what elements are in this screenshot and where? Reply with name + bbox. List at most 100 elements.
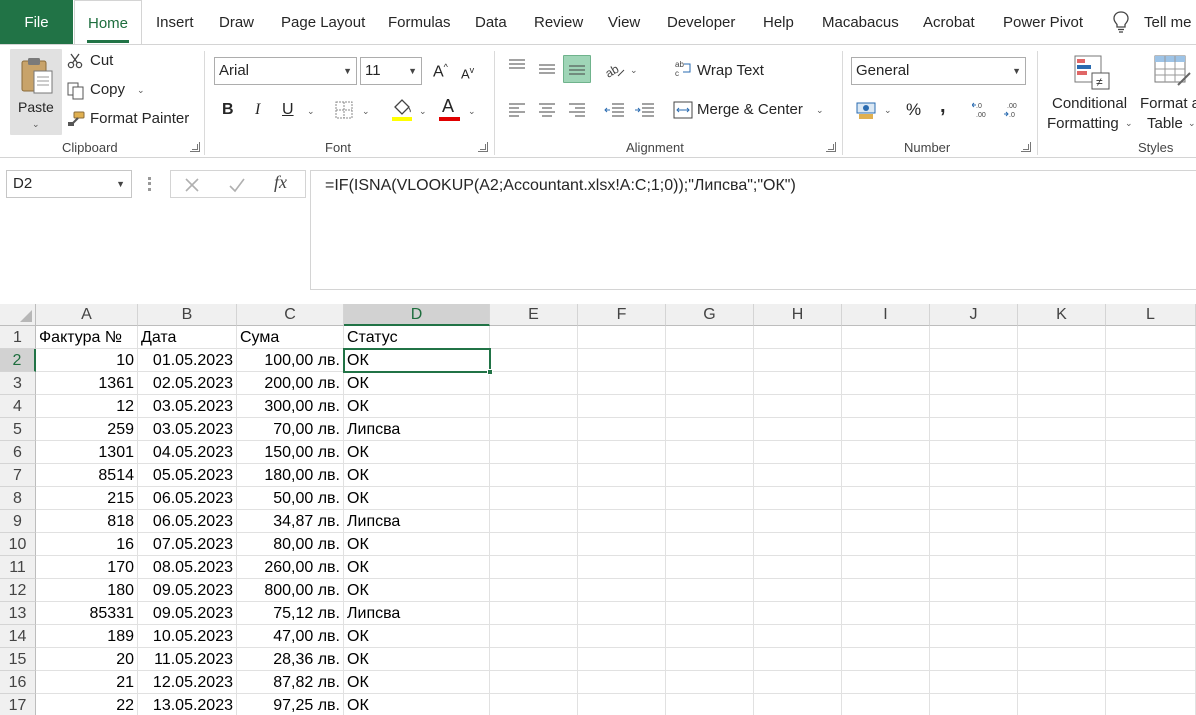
format-as-table-button[interactable]: Format as [1140, 95, 1196, 112]
cell-b[interactable]: 09.05.2023 [138, 602, 237, 625]
cell-f[interactable] [578, 326, 666, 349]
cell-d[interactable]: ОК [344, 556, 490, 579]
cell-i[interactable] [842, 671, 930, 694]
cell-k[interactable] [1018, 625, 1106, 648]
cell-d[interactable]: Липсва [344, 510, 490, 533]
cell-c[interactable]: 87,82 лв. [237, 671, 344, 694]
cell-a[interactable]: 85331 [36, 602, 138, 625]
cell-a[interactable]: 1301 [36, 441, 138, 464]
enter-check-icon[interactable] [228, 177, 246, 193]
cell-j[interactable] [930, 625, 1018, 648]
row-header[interactable]: 3 [0, 372, 36, 395]
conditional-formatting-button[interactable]: Conditional [1052, 95, 1127, 112]
cell-h[interactable] [754, 579, 842, 602]
cell-l[interactable] [1106, 694, 1196, 715]
cell-g[interactable] [666, 326, 754, 349]
row-header[interactable]: 5 [0, 418, 36, 441]
cell-d[interactable]: ОК [344, 464, 490, 487]
cell-d[interactable]: ОК [344, 441, 490, 464]
font-color-dropdown-icon[interactable]: ⌄ [468, 106, 476, 117]
cell-l[interactable] [1106, 579, 1196, 602]
paste-button[interactable]: Paste ⌄ [10, 49, 62, 135]
cell-k[interactable] [1018, 418, 1106, 441]
cell-l[interactable] [1106, 533, 1196, 556]
cell-e[interactable] [490, 671, 578, 694]
cell-f[interactable] [578, 579, 666, 602]
cell-a[interactable]: 170 [36, 556, 138, 579]
tab-power-pivot[interactable]: Power Pivot [1003, 0, 1083, 44]
cell-d[interactable]: Статус [344, 326, 490, 349]
cell-e[interactable] [490, 487, 578, 510]
cell-e[interactable] [490, 579, 578, 602]
cell-a[interactable]: 180 [36, 579, 138, 602]
row-header[interactable]: 4 [0, 395, 36, 418]
conditional-formatting-dropdown-icon[interactable]: ⌄ [1125, 118, 1133, 129]
increase-indent-icon[interactable] [634, 102, 656, 118]
column-header-e[interactable]: E [490, 304, 578, 326]
cell-k[interactable] [1018, 556, 1106, 579]
conditional-formatting-button-line2[interactable]: Formatting [1047, 115, 1119, 132]
spreadsheet-grid[interactable]: A B C D E F G H I J K L 1 Фактура № Дата Сума Статус 2 10 0… [0, 304, 1196, 715]
cell-l[interactable] [1106, 510, 1196, 533]
align-left-icon[interactable] [507, 102, 527, 118]
shrink-font-button[interactable]: Av [461, 65, 474, 81]
copy-dropdown-icon[interactable]: ⌄ [137, 85, 145, 96]
cell-k[interactable] [1018, 395, 1106, 418]
cell-j[interactable] [930, 579, 1018, 602]
cell-j[interactable] [930, 349, 1018, 372]
cell-h[interactable] [754, 441, 842, 464]
cell-d[interactable]: ОК [344, 533, 490, 556]
fill-color-dropdown-icon[interactable]: ⌄ [419, 106, 427, 117]
row-header[interactable]: 6 [0, 441, 36, 464]
cell-i[interactable] [842, 464, 930, 487]
row-header[interactable]: 8 [0, 487, 36, 510]
cell-k[interactable] [1018, 602, 1106, 625]
cell-d[interactable]: ОК [344, 395, 490, 418]
cell-h[interactable] [754, 487, 842, 510]
cell-l[interactable] [1106, 349, 1196, 372]
cell-a[interactable]: 189 [36, 625, 138, 648]
cell-b[interactable]: 08.05.2023 [138, 556, 237, 579]
percent-style-button[interactable]: % [906, 100, 921, 120]
format-painter-button[interactable]: Format Painter [90, 110, 189, 127]
cell-b[interactable]: Дата [138, 326, 237, 349]
cell-k[interactable] [1018, 694, 1106, 715]
cell-h[interactable] [754, 464, 842, 487]
cell-f[interactable] [578, 395, 666, 418]
cell-c[interactable]: Сума [237, 326, 344, 349]
formula-input[interactable]: =IF(ISNA(VLOOKUP(A2;Accountant.xlsx!A:C;… [310, 170, 1196, 290]
cell-d[interactable]: Липсва [344, 602, 490, 625]
cell-c[interactable]: 75,12 лв. [237, 602, 344, 625]
cell-j[interactable] [930, 671, 1018, 694]
decrease-decimal-icon[interactable]: .00 .0 [1003, 100, 1023, 120]
cell-j[interactable] [930, 441, 1018, 464]
cell-c[interactable]: 80,00 лв. [237, 533, 344, 556]
cell-e[interactable] [490, 349, 578, 372]
cell-i[interactable] [842, 533, 930, 556]
cell-d[interactable]: ОК [344, 372, 490, 395]
font-name-combo[interactable]: Arial ▼ [214, 57, 357, 85]
cell-l[interactable] [1106, 372, 1196, 395]
row-header[interactable]: 12 [0, 579, 36, 602]
copy-button[interactable]: Copy [90, 81, 125, 98]
cell-c[interactable]: 180,00 лв. [237, 464, 344, 487]
cell-l[interactable] [1106, 418, 1196, 441]
cell-k[interactable] [1018, 464, 1106, 487]
wrap-text-button[interactable]: Wrap Text [697, 62, 764, 79]
accounting-dropdown-icon[interactable]: ⌄ [884, 105, 892, 116]
cell-f[interactable] [578, 510, 666, 533]
cell-i[interactable] [842, 395, 930, 418]
cell-i[interactable] [842, 556, 930, 579]
cell-b[interactable]: 04.05.2023 [138, 441, 237, 464]
alignment-launcher-icon[interactable] [826, 142, 836, 152]
cell-g[interactable] [666, 349, 754, 372]
cell-c[interactable]: 70,00 лв. [237, 418, 344, 441]
cell-f[interactable] [578, 464, 666, 487]
cell-e[interactable] [490, 602, 578, 625]
cell-b[interactable]: 11.05.2023 [138, 648, 237, 671]
cell-k[interactable] [1018, 349, 1106, 372]
cell-k[interactable] [1018, 487, 1106, 510]
cell-e[interactable] [490, 372, 578, 395]
cell-a[interactable]: 1361 [36, 372, 138, 395]
cell-k[interactable] [1018, 533, 1106, 556]
